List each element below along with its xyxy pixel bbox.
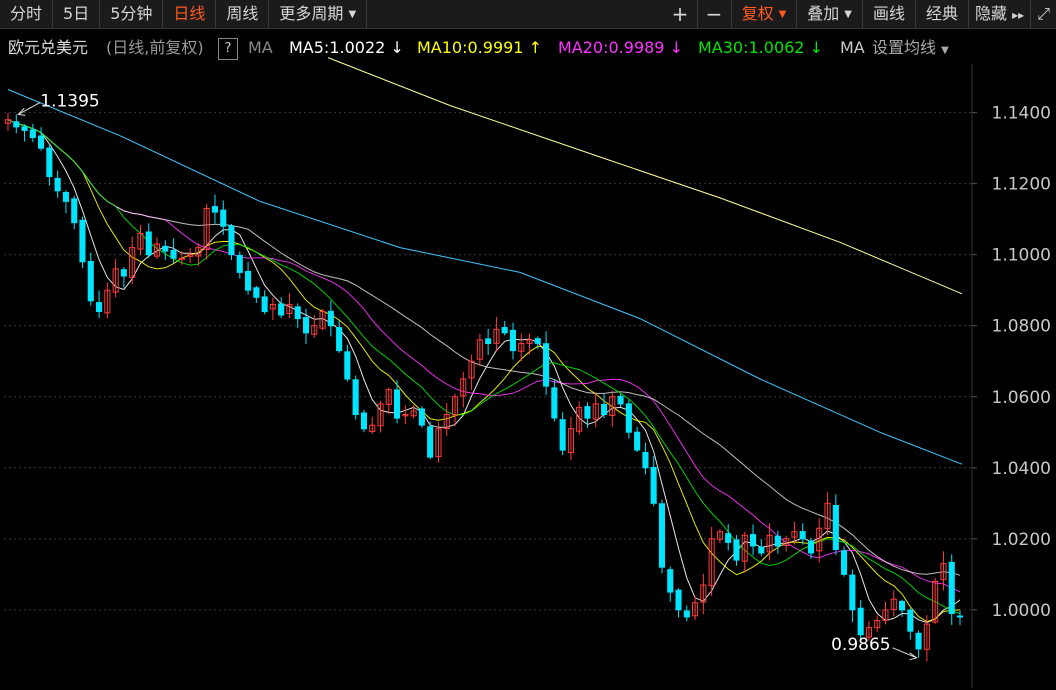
y-tick-label: 1.0200 [992, 530, 1051, 550]
candle-down [559, 419, 566, 451]
candle-down [584, 406, 591, 419]
candle-down [29, 129, 36, 138]
low-arrow-line [892, 647, 917, 659]
candle-down [79, 219, 86, 263]
candle-down [261, 296, 268, 313]
candle-down [278, 303, 285, 316]
candle-down [733, 539, 740, 561]
candle-down [96, 302, 103, 313]
candle-down [87, 261, 94, 302]
candle-down [120, 269, 127, 277]
high-arrow-head [17, 108, 26, 116]
candle-down [336, 327, 343, 352]
candle-down [625, 403, 632, 433]
candle-down [832, 505, 839, 550]
candle-down [543, 343, 550, 387]
grid-lines [4, 112, 972, 611]
candle-down [394, 389, 401, 419]
low-price-label: 0.9865 [831, 635, 890, 655]
candle-down [617, 395, 624, 405]
candle-down [13, 121, 20, 128]
candle-down [899, 600, 906, 611]
y-tick-label: 1.1000 [992, 246, 1051, 266]
y-axis: 1.1400 1.1200 1.1000 1.0800 1.0600 1.0400 1.02… [971, 64, 1051, 688]
candle-down [675, 589, 682, 611]
candle-down [220, 209, 227, 227]
y-tick-label: 1.0800 [992, 317, 1051, 337]
ma14-line [7, 119, 961, 615]
candle-down [750, 534, 757, 547]
candle-down [62, 192, 70, 202]
candle-down [46, 147, 53, 178]
ma60-line [7, 89, 963, 465]
candle-down [841, 550, 848, 575]
y-tick-label: 1.1200 [992, 175, 1051, 195]
candlestick-chart[interactable]: 1.1395 0.9865 1.1400 1.1200 1.1000 1.0800 1.0… [0, 0, 1056, 690]
candle-down [725, 533, 732, 543]
candle-down [327, 310, 334, 327]
candle-down [21, 126, 28, 131]
ma120-line [327, 57, 963, 295]
candle-down [509, 329, 516, 352]
y-tick-label: 1.0600 [992, 388, 1051, 408]
candle-down [534, 338, 541, 344]
candle-down [915, 632, 922, 650]
candle-down [344, 351, 351, 380]
y-tick-label: 1.0000 [992, 601, 1051, 621]
candle-down [857, 607, 864, 636]
candle-down [303, 317, 310, 334]
candle-down [253, 287, 260, 298]
candle-down [245, 271, 252, 291]
candle-down [54, 177, 61, 192]
ma5-line [7, 119, 961, 624]
candle-down [774, 535, 781, 547]
candle-down [667, 569, 674, 593]
candle-down [162, 245, 169, 252]
candle-down [642, 451, 649, 469]
candle-down [501, 327, 508, 334]
candle-down [228, 225, 235, 256]
y-tick-label: 1.1400 [992, 104, 1051, 124]
candle-down [948, 561, 955, 615]
candle-down [601, 403, 608, 415]
candle-down [427, 426, 434, 458]
candle-down [170, 249, 177, 259]
candle-down [956, 615, 964, 618]
candle-down [807, 540, 815, 554]
candle-down [294, 306, 301, 320]
high-price-label: 1.1395 [40, 91, 99, 111]
ma30-line [7, 119, 961, 576]
candle-down [650, 467, 657, 504]
candle-down [418, 408, 425, 426]
candle-down [352, 379, 359, 415]
candle-down [683, 610, 690, 618]
ma20-line [7, 119, 961, 593]
candle-down [485, 338, 492, 344]
candle-down [236, 254, 243, 273]
candle-up [178, 257, 185, 260]
candle-down [758, 546, 765, 554]
candle-down [634, 431, 641, 451]
candles [4, 112, 964, 662]
candle-down [907, 609, 914, 632]
annotations: 1.1395 0.9865 [17, 91, 918, 661]
candle-down [38, 135, 45, 149]
candle-down [71, 198, 78, 224]
candle-down [799, 531, 806, 540]
candle-down [658, 503, 666, 568]
candle-down [849, 574, 856, 611]
candle-down [360, 412, 367, 430]
candle-down [211, 206, 218, 213]
candle-down [551, 387, 558, 419]
y-tick-label: 1.0400 [992, 459, 1051, 479]
candle-down [145, 231, 152, 256]
